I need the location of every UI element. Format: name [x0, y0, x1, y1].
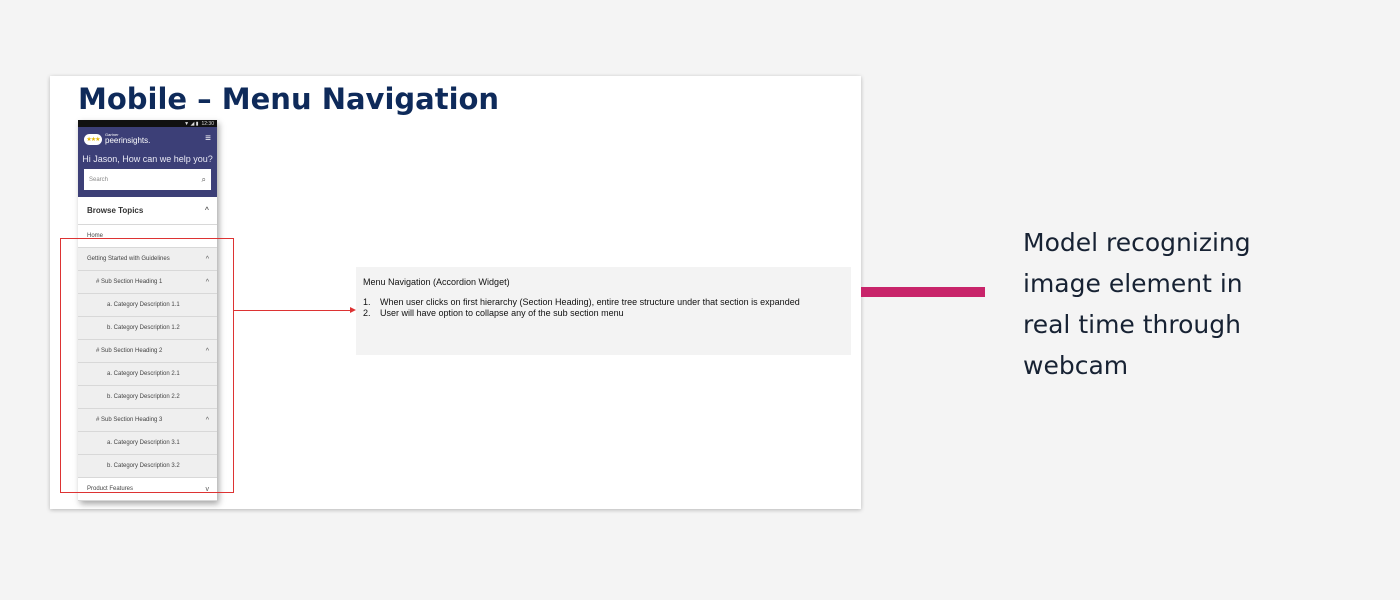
slide: Mobile – Menu Navigation ▼ ◢ ▮ 12:30 ★★★… [50, 76, 861, 509]
annotation-box: Menu Navigation (Accordion Widget) 1. Wh… [356, 267, 851, 355]
highlight-frame [60, 238, 234, 493]
gartner-peer-insights-logo[interactable]: ★★★ Gartner peerinsights. [84, 133, 150, 145]
search-input[interactable]: Search ⌕ [84, 169, 211, 190]
menu-browse-topics[interactable]: Browse Topics ^ [78, 197, 217, 225]
search-placeholder: Search [89, 176, 109, 183]
accent-bar [861, 287, 985, 297]
logo-name: peerinsights. [105, 136, 151, 145]
greeting: Hi Jason, How can we help you? [82, 154, 213, 164]
annotation-item: 1. When user clicks on first hierarchy (… [363, 297, 800, 307]
annotation-title: Menu Navigation (Accordion Widget) [363, 277, 510, 287]
status-bar: ▼ ◢ ▮ 12:30 [78, 120, 217, 127]
connector-line [234, 310, 351, 311]
status-time: 12:30 [201, 120, 214, 127]
annotation-list: 1. When user clicks on first hierarchy (… [363, 297, 844, 319]
chevron-up-icon: ^ [204, 207, 209, 214]
stars-logo-icon: ★★★ [84, 133, 102, 145]
annotation-item: 2. User will have option to collapse any… [363, 308, 624, 318]
app-header: ★★★ Gartner peerinsights. ≡ Hi Jason, Ho… [78, 127, 217, 197]
hamburger-icon[interactable]: ≡ [205, 134, 211, 144]
slide-title: Mobile – Menu Navigation [78, 82, 500, 116]
caption: Model recognizing image element in real … [1023, 228, 1251, 380]
status-icons: ▼ ◢ ▮ [184, 120, 199, 127]
search-icon[interactable]: ⌕ [202, 175, 206, 185]
